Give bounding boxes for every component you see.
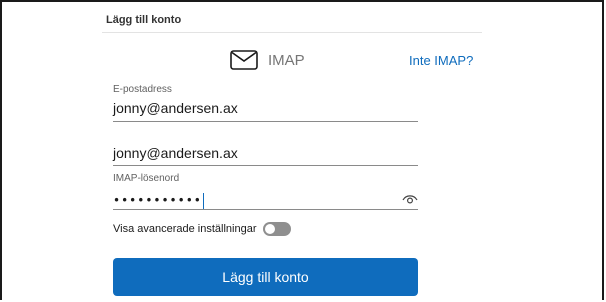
- eye-icon[interactable]: [402, 193, 418, 205]
- dialog-header: Lägg till konto: [102, 12, 482, 33]
- add-account-button-label: Lägg till konto: [222, 269, 309, 285]
- not-imap-link[interactable]: Inte IMAP?: [409, 53, 473, 68]
- add-account-button[interactable]: Lägg till konto: [113, 258, 418, 296]
- toggle-knob: [264, 224, 275, 234]
- password-field[interactable]: •••••••••••: [113, 187, 418, 210]
- email-field-label: E-postadress: [113, 84, 172, 95]
- email-field[interactable]: E-postadress jonny@andersen.ax: [113, 84, 418, 122]
- dialog-title: Lägg till konto: [106, 14, 182, 26]
- mail-icon: [230, 50, 258, 70]
- protocol-label: IMAP: [268, 51, 305, 69]
- password-field-label: IMAP-lösenord: [113, 173, 180, 184]
- advanced-settings-row: Visa avancerade inställningar: [113, 221, 291, 237]
- username-field[interactable]: jonny@andersen.ax: [113, 140, 418, 166]
- protocol-row: IMAP: [230, 48, 305, 72]
- advanced-settings-label: Visa avancerade inställningar: [113, 223, 257, 235]
- email-field-value: jonny@andersen.ax: [113, 100, 238, 116]
- username-field-value: jonny@andersen.ax: [113, 145, 238, 161]
- text-caret: [202, 193, 204, 209]
- password-dots: •••••••••••: [113, 193, 204, 209]
- advanced-settings-toggle[interactable]: [262, 222, 291, 236]
